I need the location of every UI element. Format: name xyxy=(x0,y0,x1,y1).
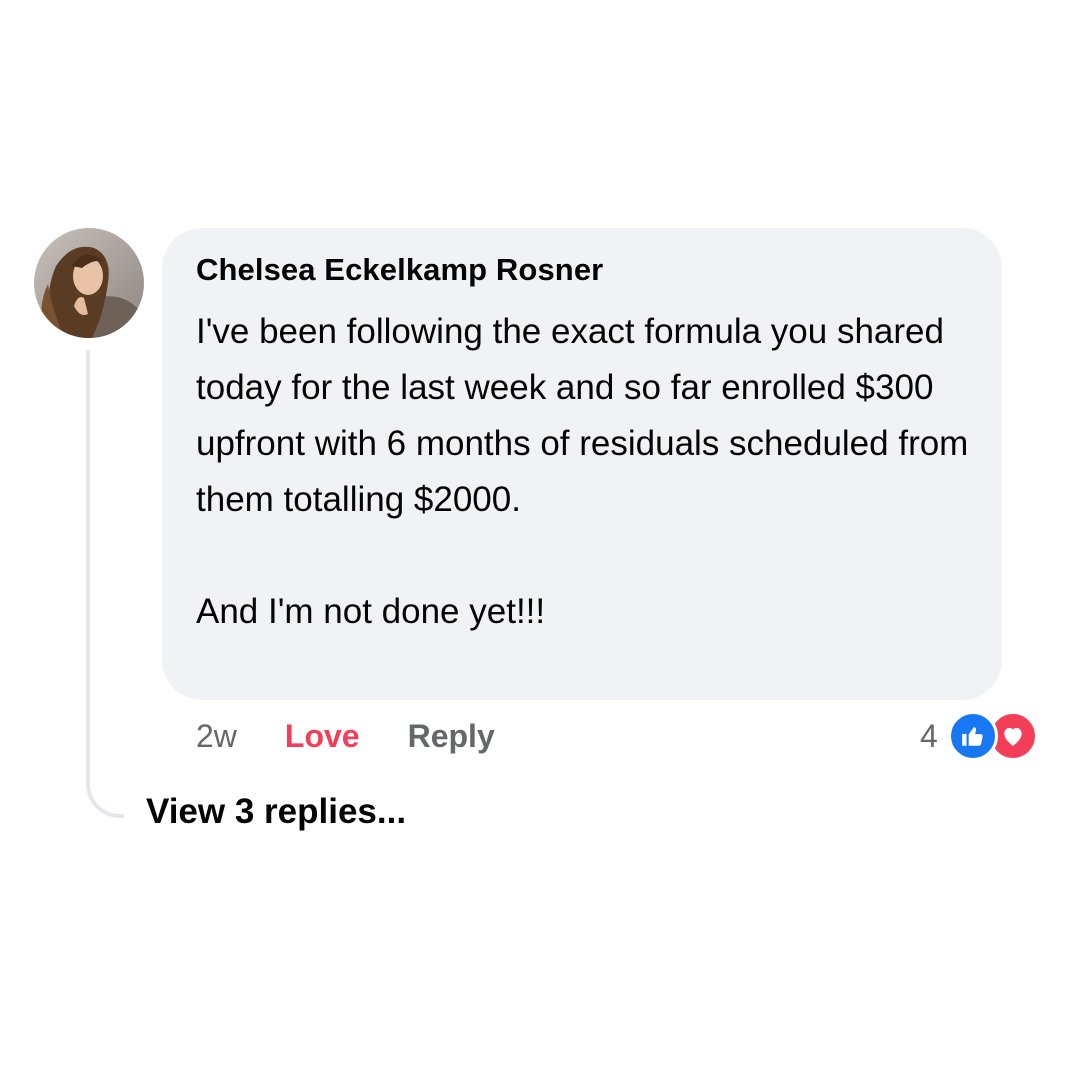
comment-author[interactable]: Chelsea Eckelkamp Rosner xyxy=(196,252,972,288)
comment-actions: 2w Love Reply xyxy=(196,712,495,760)
avatar[interactable] xyxy=(34,228,144,338)
avatar-photo xyxy=(34,228,144,338)
reaction-count: 4 xyxy=(920,717,938,754)
comment-bubble: Chelsea Eckelkamp Rosner I've been follo… xyxy=(162,228,1002,700)
reply-button[interactable]: Reply xyxy=(408,718,495,755)
thread-line xyxy=(86,350,124,818)
love-button[interactable]: Love xyxy=(285,718,360,755)
reaction-summary[interactable]: 4 xyxy=(920,710,1038,762)
comment-text: I've been following the exact formula yo… xyxy=(196,312,969,631)
like-icon xyxy=(947,711,998,761)
comment-timestamp[interactable]: 2w xyxy=(196,718,237,755)
comment-thread: Chelsea Eckelkamp Rosner I've been follo… xyxy=(0,0,1080,1080)
view-replies-link[interactable]: View 3 replies... xyxy=(146,792,406,832)
